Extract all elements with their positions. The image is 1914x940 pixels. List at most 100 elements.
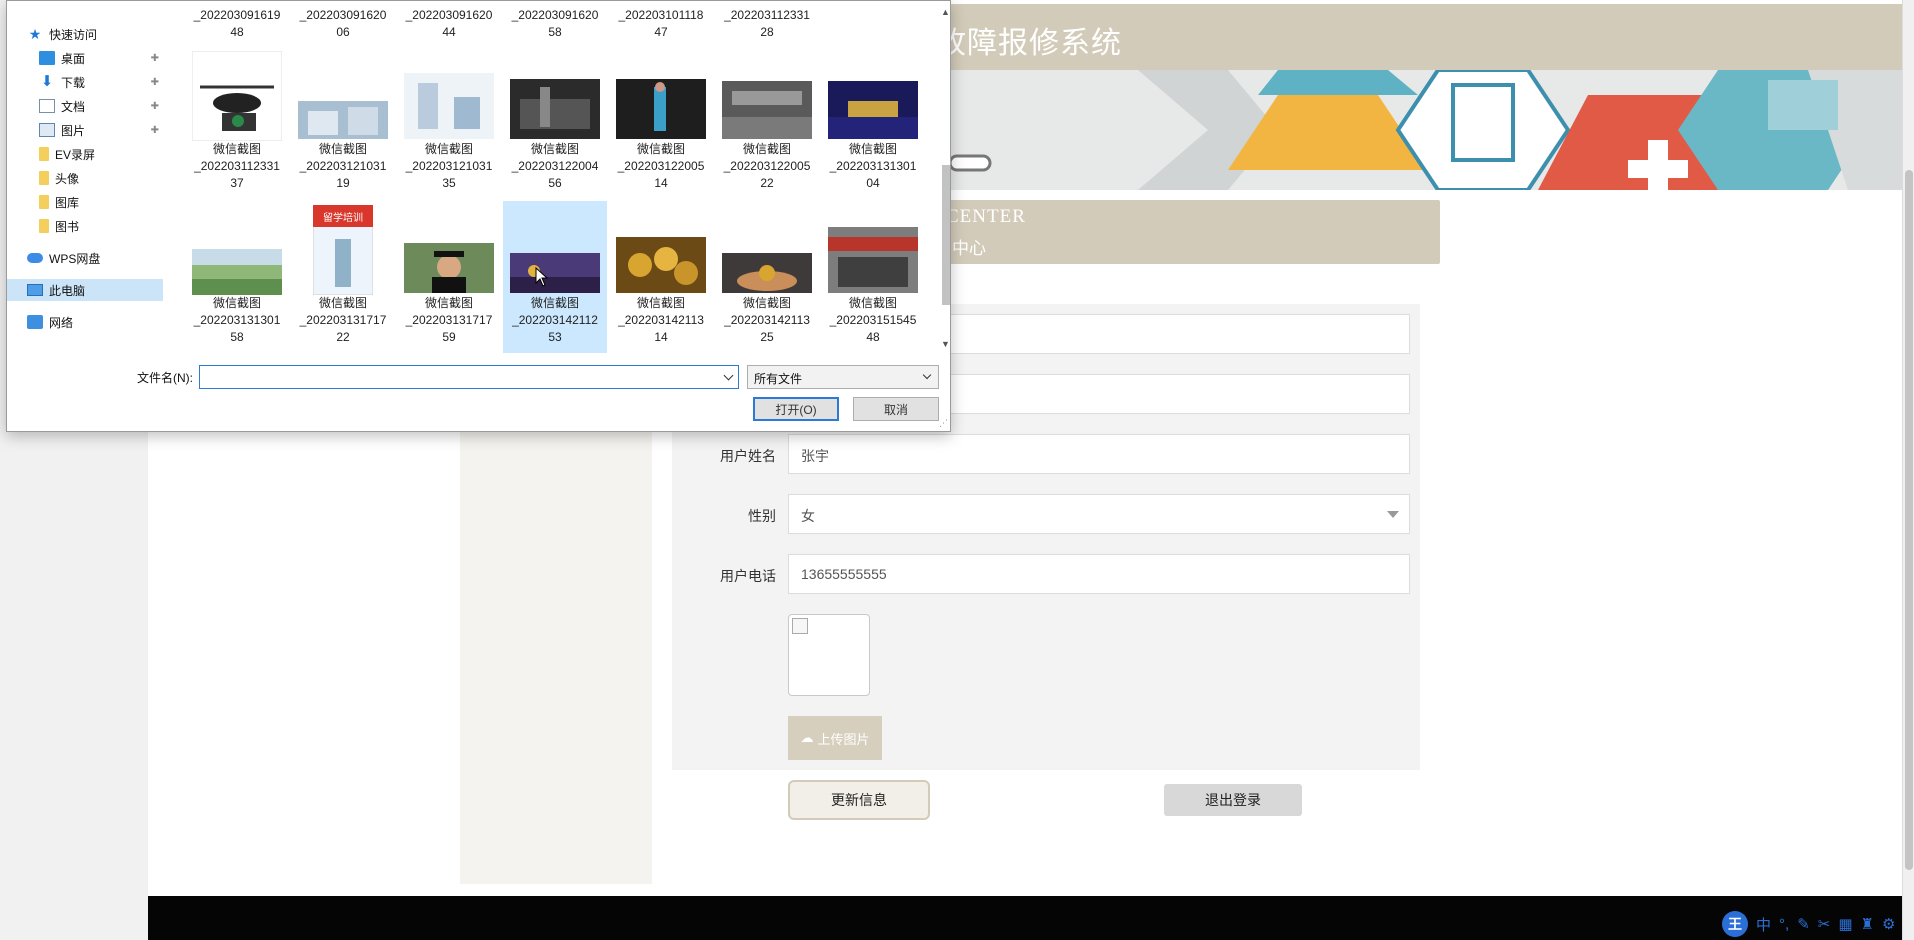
file-item-caption[interactable]: _202203091620 58 bbox=[503, 7, 607, 41]
scroll-up-icon[interactable]: ▲ bbox=[941, 7, 950, 17]
nav-folder-avatar[interactable]: 头像 bbox=[39, 167, 163, 189]
nav-downloads[interactable]: ⬇ 下载 ✚ bbox=[39, 71, 163, 93]
chevron-down-icon bbox=[922, 370, 932, 380]
folder-icon bbox=[39, 219, 49, 233]
dialog-scrollbar-thumb[interactable] bbox=[942, 165, 950, 305]
file-name: 微信截图 _202203122005 22 bbox=[723, 142, 811, 190]
upload-image-button[interactable]: ☁ 上传图片 bbox=[788, 716, 882, 760]
nav-quick-access[interactable]: ★ 快速访问 bbox=[27, 23, 163, 45]
page-scrollbar[interactable] bbox=[1902, 0, 1914, 940]
cancel-button[interactable]: 取消 bbox=[853, 397, 939, 421]
file-item[interactable]: 留学培训 微信截图 _202203131717 22 bbox=[291, 201, 395, 353]
file-item-caption[interactable]: _202203101118 47 bbox=[609, 7, 713, 41]
svg-text:留学培训: 留学培训 bbox=[323, 211, 363, 224]
ime-punctuation-icon[interactable]: °, bbox=[1779, 916, 1789, 933]
filetype-select[interactable]: 所有文件 bbox=[747, 365, 939, 389]
nav-folder-ev[interactable]: EV录屏 bbox=[39, 143, 163, 165]
thumbnail-drone bbox=[192, 51, 282, 141]
file-item-selected[interactable]: 微信截图 _202203142112 53 bbox=[503, 201, 607, 353]
thumbnail-night-city bbox=[828, 81, 918, 139]
open-button[interactable]: 打开(O) bbox=[753, 397, 839, 421]
nav-label: 此电脑 bbox=[49, 283, 86, 298]
logout-button[interactable]: 退出登录 bbox=[1164, 784, 1302, 816]
file-item[interactable]: 微信截图 _202203142113 25 bbox=[715, 201, 819, 353]
broken-image-icon bbox=[792, 618, 808, 634]
file-item-caption[interactable]: _202203112331 28 bbox=[715, 7, 819, 41]
nav-label: 图库 bbox=[55, 195, 80, 210]
ime-settings-icon[interactable]: ⚙ bbox=[1882, 915, 1895, 933]
gender-select[interactable]: 女 bbox=[788, 494, 1410, 534]
file-name: 微信截图 _202203131717 59 bbox=[405, 296, 493, 344]
file-item[interactable]: 微信截图 _202203131301 58 bbox=[185, 201, 289, 353]
file-name: 微信截图 _202203142113 25 bbox=[724, 296, 810, 344]
name-input[interactable]: 张宇 bbox=[788, 434, 1410, 474]
filename-input[interactable] bbox=[199, 365, 739, 389]
ime-keyboard-icon[interactable]: ▦ bbox=[1838, 915, 1852, 933]
file-open-dialog: ★ 快速访问 桌面 ✚ ⬇ 下载 ✚ 文档 ✚ 图片 ✚ EV录屏 头像 图库 … bbox=[6, 0, 951, 432]
ime-mode[interactable]: 中 bbox=[1756, 914, 1771, 935]
ime-scissors-icon[interactable]: ✂ bbox=[1818, 915, 1831, 933]
file-item[interactable]: 微信截图 _202203151545 48 bbox=[821, 201, 925, 353]
folder-icon bbox=[39, 195, 49, 209]
nav-folder-gallery[interactable]: 图库 bbox=[39, 191, 163, 213]
phone-label: 用户电话 bbox=[720, 568, 776, 584]
ime-pen-icon[interactable]: ✎ bbox=[1797, 915, 1810, 933]
file-item[interactable]: 微信截图 _202203112331 37 bbox=[185, 47, 289, 201]
nav-folder-books[interactable]: 图书 bbox=[39, 215, 163, 237]
center-title-cn: 中心 bbox=[952, 239, 986, 258]
page-scrollbar-thumb[interactable] bbox=[1905, 170, 1913, 870]
computer-icon bbox=[27, 284, 43, 296]
nav-label: 头像 bbox=[55, 171, 80, 186]
file-name: 微信截图 _202203142112 53 bbox=[512, 296, 598, 344]
pictures-icon bbox=[39, 123, 55, 137]
file-name: 微信截图 _202203121031 35 bbox=[405, 142, 493, 190]
filetype-value: 所有文件 bbox=[754, 372, 803, 386]
file-item-caption[interactable]: _202203091620 06 bbox=[291, 7, 395, 41]
cloud-icon bbox=[27, 253, 43, 263]
nav-network[interactable]: 网络 bbox=[27, 311, 163, 333]
file-item[interactable]: 微信截图 _202203122005 14 bbox=[609, 47, 713, 201]
dialog-navigation-pane: ★ 快速访问 桌面 ✚ ⬇ 下载 ✚ 文档 ✚ 图片 ✚ EV录屏 头像 图库 … bbox=[7, 1, 163, 353]
thumbnail-gym-hall bbox=[722, 81, 812, 139]
nav-label: WPS网盘 bbox=[49, 251, 101, 266]
file-item[interactable]: 微信截图 _202203122005 22 bbox=[715, 47, 819, 201]
file-name: 微信截图 _202203131301 58 bbox=[193, 296, 281, 344]
pin-icon: ✚ bbox=[150, 52, 159, 64]
scroll-down-icon[interactable]: ▼ bbox=[941, 339, 950, 349]
dialog-scrollbar[interactable]: ▲ ▼ bbox=[941, 5, 951, 351]
file-item[interactable]: 微信截图 _202203122004 56 bbox=[503, 47, 607, 201]
nav-label: 图片 bbox=[61, 123, 86, 138]
nav-documents[interactable]: 文档 ✚ bbox=[39, 95, 163, 117]
ime-shirt-icon[interactable]: ♜ bbox=[1861, 915, 1874, 933]
nav-desktop[interactable]: 桌面 ✚ bbox=[39, 47, 163, 69]
center-title-en: CENTER bbox=[946, 206, 1026, 227]
thumbnail-storefront bbox=[828, 227, 918, 293]
desktop-icon bbox=[39, 51, 55, 65]
file-item-caption[interactable]: _202203091620 44 bbox=[397, 7, 501, 41]
file-item[interactable]: 微信截图 _202203121031 19 bbox=[291, 47, 395, 201]
file-name: 微信截图 _202203151545 48 bbox=[829, 296, 917, 344]
nav-label: 下载 bbox=[61, 75, 86, 90]
update-info-button[interactable]: 更新信息 bbox=[788, 780, 930, 820]
resize-grip-icon[interactable]: ⋰ bbox=[939, 418, 948, 429]
file-item[interactable]: 微信截图 _202203131301 04 bbox=[821, 47, 925, 201]
nav-pictures[interactable]: 图片 ✚ bbox=[39, 119, 163, 141]
nav-label: 文档 bbox=[61, 99, 86, 114]
phone-input[interactable]: 13655555555 bbox=[788, 554, 1410, 594]
ime-logo-icon[interactable]: 王 bbox=[1722, 911, 1748, 937]
star-icon: ★ bbox=[28, 26, 42, 42]
nav-wps-drive[interactable]: WPS网盘 bbox=[27, 247, 163, 269]
thumbnail-graduates bbox=[404, 243, 494, 293]
file-item[interactable]: 微信截图 _202203131717 59 bbox=[397, 201, 501, 353]
file-item-caption[interactable]: _202203091619 48 bbox=[185, 7, 289, 41]
ime-toolbar[interactable]: 王 中 °, ✎ ✂ ▦ ♜ ⚙ bbox=[1722, 910, 1914, 938]
nav-label: EV录屏 bbox=[55, 147, 96, 162]
thumbnail-purple-sky bbox=[510, 253, 600, 293]
thumbnail-coins-plant bbox=[722, 253, 812, 293]
file-item[interactable]: 微信截图 _202203142113 14 bbox=[609, 201, 713, 353]
thumbnail-landscape bbox=[192, 249, 282, 295]
chevron-down-icon[interactable] bbox=[723, 370, 734, 381]
nav-this-pc[interactable]: 此电脑 bbox=[7, 279, 163, 301]
file-item[interactable]: 微信截图 _202203121031 35 bbox=[397, 47, 501, 201]
thumbnail-study-abroad-poster: 留学培训 bbox=[313, 205, 373, 295]
